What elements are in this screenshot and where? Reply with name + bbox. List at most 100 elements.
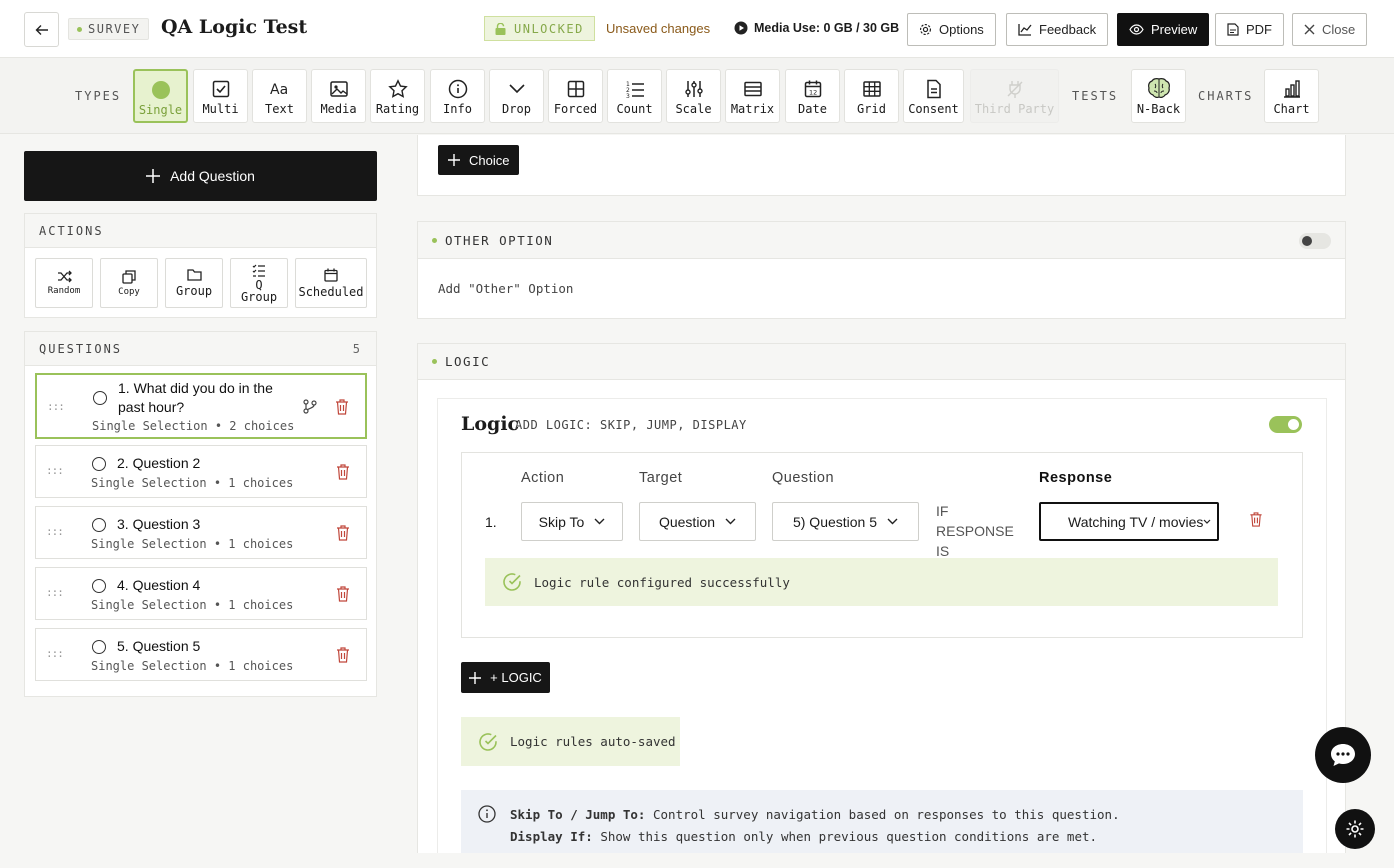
add-logic-button[interactable]: + LOGIC: [461, 662, 550, 693]
svg-text:12: 12: [809, 89, 817, 97]
type-label: Matrix: [730, 102, 775, 116]
back-button[interactable]: [24, 12, 59, 47]
other-option-card: OTHER OPTION Add "Other" Option: [417, 221, 1346, 319]
action-select[interactable]: Skip To: [521, 502, 623, 541]
radio-icon: [92, 579, 106, 593]
tests-section-label: TESTS: [1072, 89, 1119, 103]
type-scale[interactable]: Scale: [666, 69, 721, 123]
pdf-button[interactable]: PDF: [1215, 13, 1284, 46]
trash-icon[interactable]: [336, 525, 350, 541]
question-item-3[interactable]: ::: 3. Question 3 Single Selection • 1 c…: [35, 506, 367, 559]
pdf-file-icon: [1227, 23, 1239, 36]
close-button[interactable]: Close: [1292, 13, 1368, 46]
other-option-toggle[interactable]: [1299, 233, 1331, 249]
drag-handle-icon[interactable]: :::: [46, 586, 64, 599]
delete-rule-trash-icon[interactable]: [1249, 512, 1263, 527]
chat-button[interactable]: [1315, 727, 1371, 783]
question-title: 1. What did you do in the past hour?: [118, 380, 273, 415]
logic-section-header: LOGIC: [418, 344, 1345, 380]
question-item-5[interactable]: ::: 5. Question 5 Single Selection • 1 c…: [35, 628, 367, 681]
type-forced[interactable]: Forced: [548, 69, 603, 123]
chart-tool[interactable]: Chart: [1264, 69, 1319, 123]
logic-enabled-toggle[interactable]: [1269, 416, 1302, 433]
text-icon: Aa: [270, 82, 288, 98]
add-question-button[interactable]: Add Question: [24, 151, 377, 201]
type-label: Third Party: [974, 102, 1055, 116]
target-select[interactable]: Question: [639, 502, 756, 541]
response-select[interactable]: Watching TV / movies: [1039, 502, 1219, 541]
info-label-skip: Skip To / Jump To:: [510, 807, 646, 822]
question-title: 5. Question 5: [117, 638, 201, 654]
type-grid[interactable]: Grid: [844, 69, 899, 123]
pdf-label: PDF: [1246, 22, 1272, 37]
question-item-2[interactable]: ::: 2. Question 2 Single Selection • 1 c…: [35, 445, 367, 498]
type-third-party: Third Party: [970, 69, 1059, 123]
action-random[interactable]: Random: [35, 258, 93, 308]
type-label: Scale: [675, 102, 712, 116]
type-single[interactable]: Single: [133, 69, 188, 123]
chart-line-icon: [1018, 24, 1032, 36]
question-item-4[interactable]: ::: 4. Question 4 Single Selection • 1 c…: [35, 567, 367, 620]
type-matrix[interactable]: Matrix: [725, 69, 780, 123]
type-drop[interactable]: Drop: [489, 69, 544, 123]
question-select[interactable]: 5) Question 5: [772, 502, 919, 541]
top-bar: SURVEY QA Logic Test UNLOCKED Unsaved ch…: [0, 0, 1394, 58]
action-copy[interactable]: Copy: [100, 258, 158, 308]
action-scheduled[interactable]: Scheduled: [295, 258, 367, 308]
unlocked-badge[interactable]: UNLOCKED: [484, 16, 595, 41]
radio-filled-icon: [151, 81, 170, 99]
question-subtitle: Single Selection • 1 choices: [91, 476, 294, 490]
drag-handle-icon[interactable]: :::: [47, 400, 65, 413]
type-count[interactable]: 123 Count: [607, 69, 662, 123]
question-item-1[interactable]: ::: 1. What did you do in the past hour?…: [35, 373, 367, 439]
autosaved-text: Logic rules auto-saved: [510, 734, 676, 749]
test-n-back[interactable]: N-Back: [1131, 69, 1186, 123]
type-consent[interactable]: Consent: [903, 69, 964, 123]
action-q-group[interactable]: Q Group: [230, 258, 288, 308]
preview-button[interactable]: Preview: [1117, 13, 1210, 46]
drag-handle-icon[interactable]: :::: [46, 525, 64, 538]
type-rating[interactable]: Rating: [370, 69, 425, 123]
type-info[interactable]: Info: [430, 69, 485, 123]
column-action: Action: [521, 470, 565, 486]
bar-chart-icon: [1283, 80, 1300, 98]
trash-icon[interactable]: [336, 464, 350, 480]
question-subtitle: Single Selection • 1 choices: [91, 537, 294, 551]
options-button[interactable]: Options: [907, 13, 996, 46]
branch-logic-icon[interactable]: [303, 399, 317, 414]
autosaved-message: Logic rules auto-saved: [461, 717, 680, 766]
add-question-label: Add Question: [170, 168, 255, 184]
rule-success-message: Logic rule configured successfully: [485, 558, 1278, 606]
type-media[interactable]: Media: [311, 69, 366, 123]
eye-icon: [1129, 24, 1144, 35]
add-choice-label: Choice: [469, 152, 510, 168]
survey-tag-label: SURVEY: [88, 22, 141, 36]
trash-icon[interactable]: [336, 647, 350, 663]
drag-handle-icon[interactable]: :::: [46, 647, 64, 660]
settings-button[interactable]: [1335, 809, 1375, 849]
action-label: Q Group: [240, 277, 278, 304]
shuffle-icon: [57, 270, 72, 283]
type-text[interactable]: Aa Text: [252, 69, 307, 123]
trash-icon[interactable]: [336, 586, 350, 602]
type-date[interactable]: 12 Date: [785, 69, 840, 123]
folder-icon: [186, 269, 202, 281]
check-circle-icon: [503, 573, 521, 591]
actions-header: ACTIONS: [25, 214, 376, 248]
checkbox-icon: [212, 80, 229, 98]
unlocked-label: UNLOCKED: [514, 21, 584, 36]
types-section-label: TYPES: [75, 89, 122, 103]
add-choice-button[interactable]: Choice: [438, 145, 520, 175]
preview-label: Preview: [1151, 22, 1198, 37]
check-circle-icon: [479, 732, 497, 751]
chevron-down-icon: [725, 518, 736, 525]
action-group[interactable]: Group: [165, 258, 223, 308]
svg-text:Aa: Aa: [270, 82, 288, 98]
chevron-down-icon: [594, 518, 605, 525]
feedback-button[interactable]: Feedback: [1006, 13, 1109, 46]
type-multi[interactable]: Multi: [193, 69, 248, 123]
drag-handle-icon[interactable]: :::: [46, 464, 64, 477]
type-label: Drop: [502, 102, 531, 116]
question-title: 3. Question 3: [117, 516, 201, 532]
trash-icon[interactable]: [335, 399, 349, 415]
